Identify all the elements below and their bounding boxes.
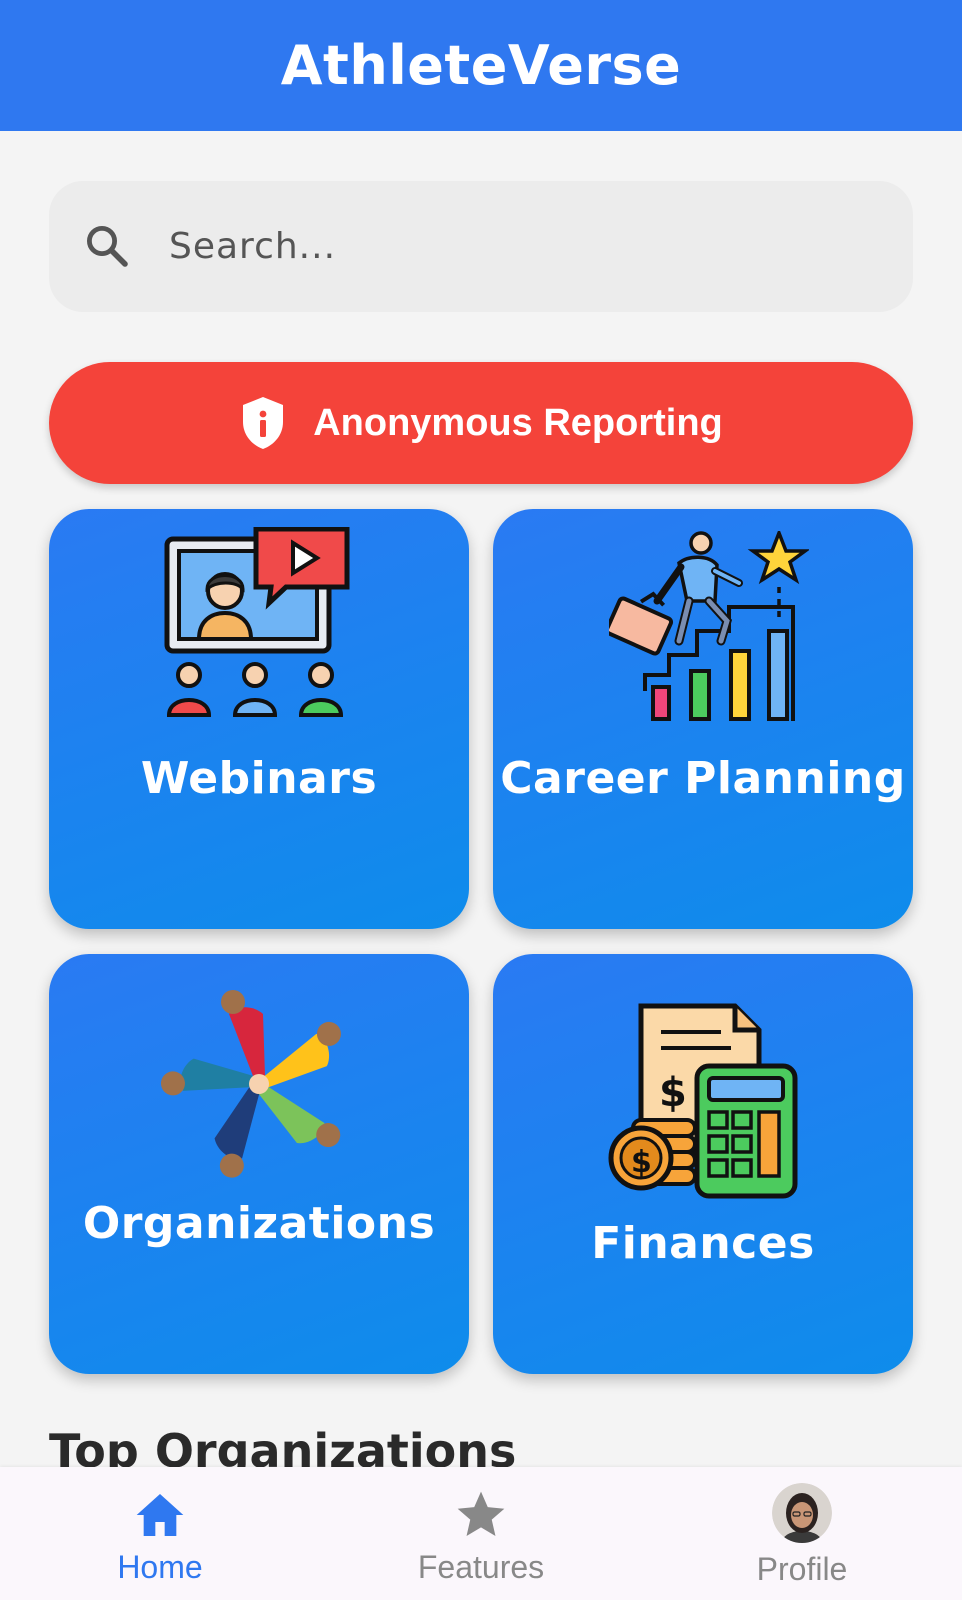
nav-home[interactable]: Home bbox=[40, 1467, 280, 1600]
search-bar[interactable] bbox=[49, 181, 913, 312]
organizations-card[interactable]: Organizations bbox=[49, 954, 469, 1374]
anonymous-reporting-button[interactable]: Anonymous Reporting bbox=[49, 362, 913, 484]
shield-info-icon bbox=[243, 397, 284, 449]
app-title: AthleteVerse bbox=[280, 34, 682, 97]
webinar-icon bbox=[164, 527, 350, 717]
career-planning-card[interactable]: Career Planning bbox=[493, 509, 913, 929]
search-icon bbox=[86, 225, 128, 267]
calculator-coins-icon: $ $ bbox=[608, 1003, 798, 1199]
nav-profile[interactable]: Profile bbox=[682, 1467, 922, 1600]
nav-profile-label: Profile bbox=[756, 1551, 848, 1587]
star-icon bbox=[457, 1491, 505, 1536]
app-bar: AthleteVerse bbox=[0, 0, 962, 131]
finances-label: Finances bbox=[591, 1218, 815, 1269]
anonymous-reporting-label: Anonymous Reporting bbox=[313, 401, 723, 444]
search-input[interactable] bbox=[169, 181, 889, 312]
organizations-label: Organizations bbox=[82, 1198, 436, 1249]
home-icon bbox=[136, 1494, 184, 1536]
nav-features[interactable]: Features bbox=[361, 1467, 601, 1600]
webinars-card[interactable]: Webinars bbox=[49, 509, 469, 929]
webinars-label: Webinars bbox=[140, 753, 378, 804]
nav-features-label: Features bbox=[417, 1549, 545, 1585]
avatar bbox=[772, 1483, 832, 1543]
finances-card[interactable]: $ $ Finances bbox=[493, 954, 913, 1374]
team-circle-icon bbox=[160, 990, 341, 1178]
career-planning-label: Career Planning bbox=[500, 753, 906, 804]
svg-text:$: $ bbox=[631, 1145, 652, 1180]
nav-home-label: Home bbox=[117, 1549, 203, 1585]
svg-text:$: $ bbox=[659, 1070, 687, 1116]
bottom-nav: Home Features Profile bbox=[0, 1467, 962, 1600]
career-ladder-icon bbox=[609, 531, 809, 721]
